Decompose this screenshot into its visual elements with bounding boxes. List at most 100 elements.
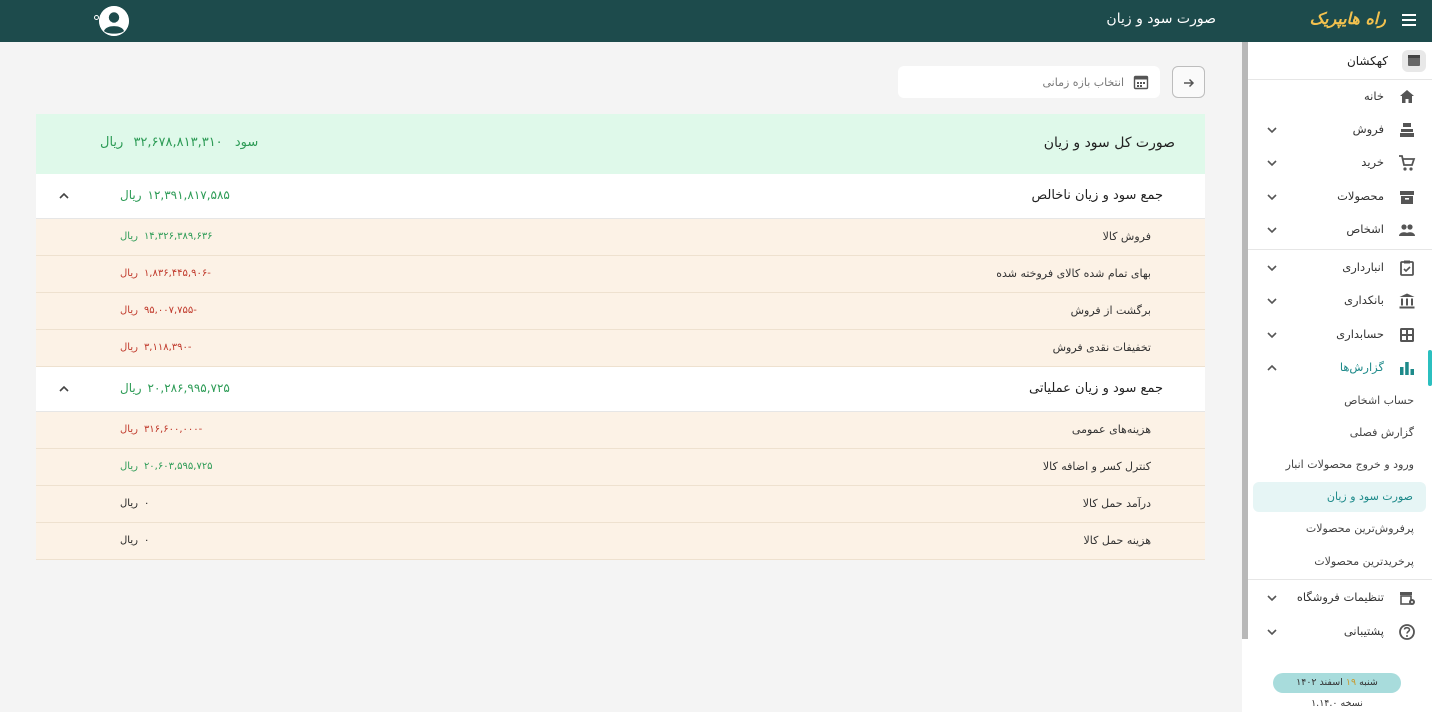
row-amount: ۲۰,۶۰۳,۵۹۵,۷۲۵	[143, 461, 213, 472]
total-label: سود	[234, 135, 259, 150]
table-row: هزینه‌های عمومی -۳۱۶,۶۰۰,۰۰۰ ریال	[36, 412, 1205, 449]
sidebar-subitem-seasonal-report[interactable]: گزارش فصلی	[1248, 418, 1432, 448]
chevron-down-icon[interactable]	[1266, 626, 1278, 638]
sidebar-item-products[interactable]: محصولات	[1248, 181, 1432, 213]
date-badge: شنبه ۱۹ اسفند ۱۴۰۲	[1273, 673, 1401, 693]
sidebar-subitem-label: حساب اشخاص	[1344, 394, 1414, 407]
chevron-up-icon[interactable]	[57, 189, 71, 203]
sidebar-item-accounting[interactable]: حسابداری	[1248, 319, 1432, 351]
sidebar-subitem-people-accounts[interactable]: حساب اشخاص	[1248, 386, 1432, 416]
top-bar: صورت سود و زیان	[0, 0, 1242, 42]
table-row: فروش کالا ۱۴,۳۲۶,۳۸۹,۶۳۶ ریال	[36, 219, 1205, 256]
currency-label: ریال	[120, 268, 138, 279]
page-title: صورت سود و زیان	[1106, 11, 1216, 27]
sidebar-item-label: حسابداری	[1336, 327, 1384, 341]
date-range-picker[interactable]	[898, 66, 1160, 98]
row-label: تخفیفات نقدی فروش	[1052, 341, 1151, 354]
sidebar-item-inventory[interactable]: انبارداری	[1248, 252, 1432, 284]
section-label: جمع سود و زیان ناخالص	[1031, 188, 1163, 203]
row-amount: -۹۵,۰۰۷,۷۵۵	[143, 305, 197, 316]
sidebar-item-store-settings[interactable]: تنظیمات فروشگاه	[1248, 582, 1432, 614]
sidebar-item-reports[interactable]: گزارش‌ها	[1248, 352, 1432, 384]
table-row: برگشت از فروش -۹۵,۰۰۷,۷۵۵ ریال	[36, 293, 1205, 330]
sidebar-header: راه هایپریک	[1242, 0, 1432, 42]
sidebar-item-label: اشخاص	[1346, 222, 1384, 236]
sidebar-item-label: محصولات	[1337, 189, 1384, 203]
chevron-up-icon[interactable]	[57, 382, 71, 396]
arrow-right-icon	[1184, 78, 1195, 88]
sidebar-subitem-warehouse-io[interactable]: ورود و خروج محصولات انبار	[1248, 450, 1432, 480]
sidebar-item-banking[interactable]: بانکداری	[1248, 285, 1432, 317]
sidebar: راه هایپریک کهکشان خانه فروش خرید محصولا…	[1242, 0, 1432, 712]
section-value: ۱۲,۳۹۱,۸۱۷,۵۸۵ ریال	[120, 188, 230, 202]
currency-label: ریال	[120, 305, 138, 316]
currency-label: ریال	[120, 381, 142, 395]
chevron-down-icon[interactable]	[1266, 262, 1278, 274]
hamburger-menu-icon[interactable]	[1402, 14, 1416, 26]
section-label: جمع سود و زیان عملیاتی	[1029, 381, 1163, 396]
sidebar-item-label: پشتیبانی	[1343, 624, 1384, 638]
chevron-down-icon[interactable]	[1266, 295, 1278, 307]
sidebar-subitem-label: صورت سود و زیان	[1326, 490, 1413, 503]
calendar-icon	[1133, 75, 1149, 90]
report-header: صورت کل سود و زیان سود ۳۲,۶۷۸,۸۱۳,۳۱۰ ری…	[36, 114, 1205, 174]
chevron-down-icon[interactable]	[1266, 224, 1278, 236]
row-amount: -۱,۸۳۶,۴۴۵,۹۰۶	[143, 268, 211, 279]
sidebar-subitem-best-selling[interactable]: پرفروش‌ترین محصولات	[1248, 514, 1432, 544]
date-month-year: اسفند ۱۴۰۲	[1296, 677, 1343, 688]
sidebar-subitem-label: ورود و خروج محصولات انبار	[1285, 458, 1414, 471]
sidebar-subitem-label: پرخریدترین محصولات	[1314, 555, 1414, 568]
row-label: فروش کالا	[1102, 230, 1151, 243]
back-button[interactable]	[1172, 66, 1205, 98]
section-amount: ۱۲,۳۹۱,۸۱۷,۵۸۵	[147, 188, 230, 202]
table-row: کنترل کسر و اضافه کالا ۲۰,۶۰۳,۵۹۵,۷۲۵ ریا…	[36, 449, 1205, 486]
row-value: -۱,۸۳۶,۴۴۵,۹۰۶ ریال	[120, 268, 211, 279]
row-value: ۲۰,۶۰۳,۵۹۵,۷۲۵ ریال	[120, 461, 213, 472]
store-icon	[1402, 50, 1426, 72]
support-icon	[1399, 624, 1415, 640]
table-row: هزینه حمل کالا ۰ ریال	[36, 523, 1205, 560]
currency-label: ریال	[120, 498, 138, 509]
chevron-down-icon[interactable]	[1266, 592, 1278, 604]
chevron-down-icon[interactable]	[1266, 329, 1278, 341]
date-range-input[interactable]	[914, 72, 1124, 92]
row-amount: ۰	[143, 498, 150, 509]
section-amount: ۲۰,۲۸۶,۹۹۵,۷۲۵	[147, 381, 230, 395]
people-icon	[1399, 224, 1415, 236]
active-indicator	[1428, 350, 1432, 386]
sidebar-item-support[interactable]: پشتیبانی	[1248, 616, 1432, 648]
sidebar-subitem-most-purchased[interactable]: پرخریدترین محصولات	[1248, 547, 1432, 577]
row-amount: ۱۴,۳۲۶,۳۸۹,۶۳۶	[143, 231, 213, 242]
sidebar-item-purchase[interactable]: خرید	[1248, 147, 1432, 179]
section-gross-profit[interactable]: جمع سود و زیان ناخالص ۱۲,۳۹۱,۸۱۷,۵۸۵ ریال	[36, 174, 1205, 219]
sidebar-item-label: بانکداری	[1343, 293, 1384, 307]
row-label: هزینه حمل کالا	[1083, 534, 1152, 547]
sidebar-subitem-label: گزارش فصلی	[1349, 426, 1414, 439]
bank-icon	[1399, 293, 1415, 309]
currency-label: ریال	[120, 342, 138, 353]
section-operating-profit[interactable]: جمع سود و زیان عملیاتی ۲۰,۲۸۶,۹۹۵,۷۲۵ ریا…	[36, 367, 1205, 412]
calculator-icon	[1400, 328, 1414, 342]
sidebar-item-sales[interactable]: فروش	[1248, 114, 1432, 146]
row-label: بهای تمام شده کالای فروخته شده	[996, 267, 1151, 280]
chevron-down-icon[interactable]	[1266, 157, 1278, 169]
sidebar-item-people[interactable]: اشخاص	[1248, 214, 1432, 246]
home-icon	[1400, 90, 1414, 103]
table-row: تخفیفات نقدی فروش -۳,۱۱۸,۳۹۰ ریال	[36, 330, 1205, 367]
table-row: بهای تمام شده کالای فروخته شده -۱,۸۳۶,۴۴…	[36, 256, 1205, 293]
row-value: ۰ ریال	[120, 498, 149, 509]
row-label: هزینه‌های عمومی	[1071, 423, 1151, 436]
chevron-down-icon[interactable]	[1266, 191, 1278, 203]
sidebar-subitem-profit-loss[interactable]: صورت سود و زیان	[1253, 482, 1426, 512]
chevron-up-icon[interactable]	[1266, 362, 1278, 374]
archive-icon	[1400, 191, 1414, 204]
row-amount: -۳۱۶,۶۰۰,۰۰۰	[143, 424, 203, 435]
row-value: ۰ ریال	[120, 535, 149, 546]
chevron-down-icon[interactable]	[1266, 124, 1278, 136]
workspace-selector[interactable]: کهکشان	[1248, 42, 1432, 80]
currency-label: ریال	[120, 461, 138, 472]
sidebar-item-home[interactable]: خانه	[1248, 81, 1432, 113]
user-avatar-icon[interactable]	[99, 6, 129, 36]
cash-register-icon	[1400, 123, 1414, 137]
cart-icon	[1399, 155, 1416, 171]
